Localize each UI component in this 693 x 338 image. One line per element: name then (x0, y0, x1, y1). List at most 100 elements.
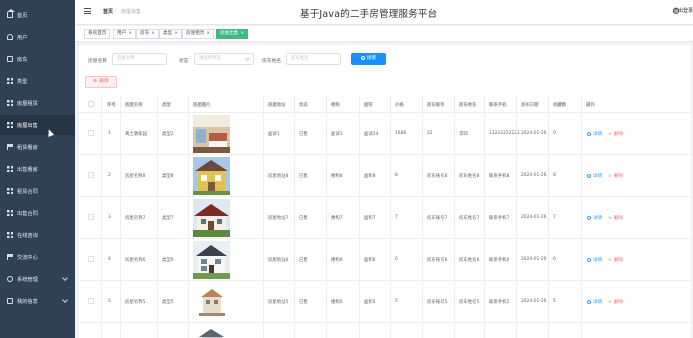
table-row (79, 323, 691, 338)
sidebar-item-home[interactable]: 首页 (0, 5, 75, 25)
tag-label: 用户 (117, 31, 127, 36)
menu-toggle-icon[interactable] (84, 8, 91, 14)
close-icon[interactable]: × (174, 31, 178, 36)
cell-account: 22 (427, 131, 433, 136)
cell-price: 8 (395, 173, 398, 178)
sidebar-item-profile[interactable]: 我的信息 (0, 291, 75, 311)
chevron-down-icon (62, 275, 68, 281)
th-index: 序号 (107, 103, 116, 108)
close-icon[interactable]: × (128, 31, 132, 36)
chevron-down-icon (62, 297, 68, 303)
sidebar-item-sale-viewing[interactable]: 出售看房 (0, 159, 75, 179)
tag-landlord[interactable]: 房东 × (136, 29, 160, 39)
table-row: 1 黄土墩家园 类型2 面试1 已售 面试1 面试24 1688 22 李四 1… (79, 113, 691, 155)
sidebar-item-consult[interactable]: 在线咨询 (0, 225, 75, 245)
tag-type[interactable]: 类型 × (159, 29, 183, 39)
tag-house-sale[interactable]: 房屋出售 × (216, 29, 249, 39)
cell-owner: 房东姓名6 (459, 258, 480, 263)
cell-status: 已售 (299, 300, 308, 305)
cell-index: 3 (108, 215, 111, 220)
breadcrumb-home[interactable]: 首页 (103, 8, 113, 15)
owner-name-input[interactable]: 房东姓名 (286, 53, 341, 65)
close-icon[interactable]: × (206, 31, 210, 36)
detail-button[interactable]: 详情 (587, 257, 602, 263)
house-image (193, 157, 230, 195)
th-name: 房屋名称 (125, 103, 143, 108)
house-name-input[interactable]: 房屋名称 (112, 53, 167, 65)
delete-button[interactable]: × 删除 (608, 215, 623, 221)
row-checkbox[interactable] (88, 214, 94, 220)
sidebar-item-rent-viewing[interactable]: 租赁看房 (0, 137, 75, 157)
detail-label: 详情 (593, 300, 603, 305)
detail-label: 详情 (593, 216, 603, 221)
delete-button-label: 删除 (99, 79, 109, 84)
sidebar-item-type[interactable]: 类型 (0, 71, 75, 91)
status-select[interactable]: 请选择状态 (194, 53, 254, 65)
sidebar-item-system[interactable]: 系统管理 (0, 269, 75, 289)
close-icon: × (608, 132, 612, 137)
logout-button[interactable]: 退出登录 (673, 7, 693, 14)
owner-name-label: 房东姓名 (262, 59, 282, 64)
delete-button[interactable]: × 删除 (608, 131, 623, 137)
sidebar-item-label: 房屋出售 (17, 122, 38, 129)
grid-icon (7, 166, 13, 172)
cell-date: 2024-01-26 (521, 299, 547, 304)
cell-date: 2024-01-26 (521, 131, 547, 136)
sidebar-item-house-rent[interactable]: 房屋租赁 (0, 93, 75, 113)
close-icon[interactable]: × (151, 31, 155, 36)
tags-view: 系统首页 用户 × 房东 × 类型 × 房屋租赁 × 房屋出售 × (75, 26, 693, 42)
delete-button[interactable]: × 删除 (608, 299, 623, 305)
detail-button[interactable]: 详情 (587, 299, 602, 305)
column-divider (359, 96, 360, 338)
delete-button[interactable]: × 删除 (608, 173, 623, 179)
sidebar-item-user[interactable]: 用户 (0, 27, 75, 47)
cell-floor: 楼构5 (331, 300, 343, 305)
column-divider (422, 96, 423, 338)
grid-icon (7, 210, 13, 216)
sidebar-item-landlord[interactable]: 房东 (0, 49, 75, 69)
table-row: 4 房屋名称6 类型6 房屋地址6 已售 楼构6 面积6 6 房东账号6 房东姓… (79, 239, 691, 281)
search-icon (360, 55, 365, 60)
house-image (193, 115, 230, 153)
th-date: 发布日期 (521, 103, 539, 108)
row-checkbox[interactable] (88, 256, 94, 262)
column-divider (188, 96, 189, 338)
search-icon (587, 257, 591, 262)
close-icon[interactable]: × (240, 31, 244, 36)
sidebar-item-label: 我的信息 (17, 298, 38, 305)
batch-delete-button[interactable]: ⊗ 删除 (85, 76, 117, 88)
sidebar-item-house-sale[interactable]: 房屋出售 (0, 115, 75, 135)
th-price: 价格 (395, 103, 404, 108)
row-checkbox[interactable] (88, 172, 94, 178)
row-checkbox[interactable] (88, 298, 94, 304)
sidebar-item-label: 用户 (17, 34, 28, 41)
house-image (193, 325, 230, 338)
detail-button[interactable]: 详情 (587, 215, 602, 221)
row-checkbox[interactable] (88, 130, 94, 136)
close-icon: × (608, 258, 612, 263)
sidebar-item-label: 房屋租赁 (17, 100, 38, 107)
tag-house-rent[interactable]: 房屋租赁 × (182, 29, 215, 39)
select-all-checkbox[interactable] (88, 101, 94, 107)
sidebar-item-label: 出售看房 (17, 166, 38, 173)
delete-button[interactable]: × 删除 (608, 257, 623, 263)
cell-price: 7 (395, 215, 398, 220)
search-icon (587, 173, 591, 178)
tag-user[interactable]: 用户 × (113, 29, 137, 39)
sidebar-item-rent-contract[interactable]: 租赁合同 (0, 181, 75, 201)
sidebar-item-sale-contract[interactable]: 出售合同 (0, 203, 75, 223)
chevron-down-icon (245, 56, 250, 61)
search-button[interactable]: 搜索 (351, 53, 386, 65)
column-divider (101, 96, 102, 338)
sidebar-item-label: 系统管理 (17, 276, 38, 283)
column-divider (548, 96, 549, 338)
house-name-label: 房屋名称 (88, 59, 108, 64)
detail-button[interactable]: 详情 (587, 131, 602, 137)
detail-button[interactable]: 详情 (587, 173, 602, 179)
close-icon: × (608, 216, 612, 221)
sidebar-item-forum[interactable]: 交流中心 (0, 247, 75, 267)
tag-home[interactable]: 系统首页 (84, 29, 111, 39)
th-fav: 收藏数 (553, 103, 567, 108)
sidebar-item-label: 首页 (17, 12, 28, 19)
breadcrumb-separator: / (115, 8, 117, 14)
